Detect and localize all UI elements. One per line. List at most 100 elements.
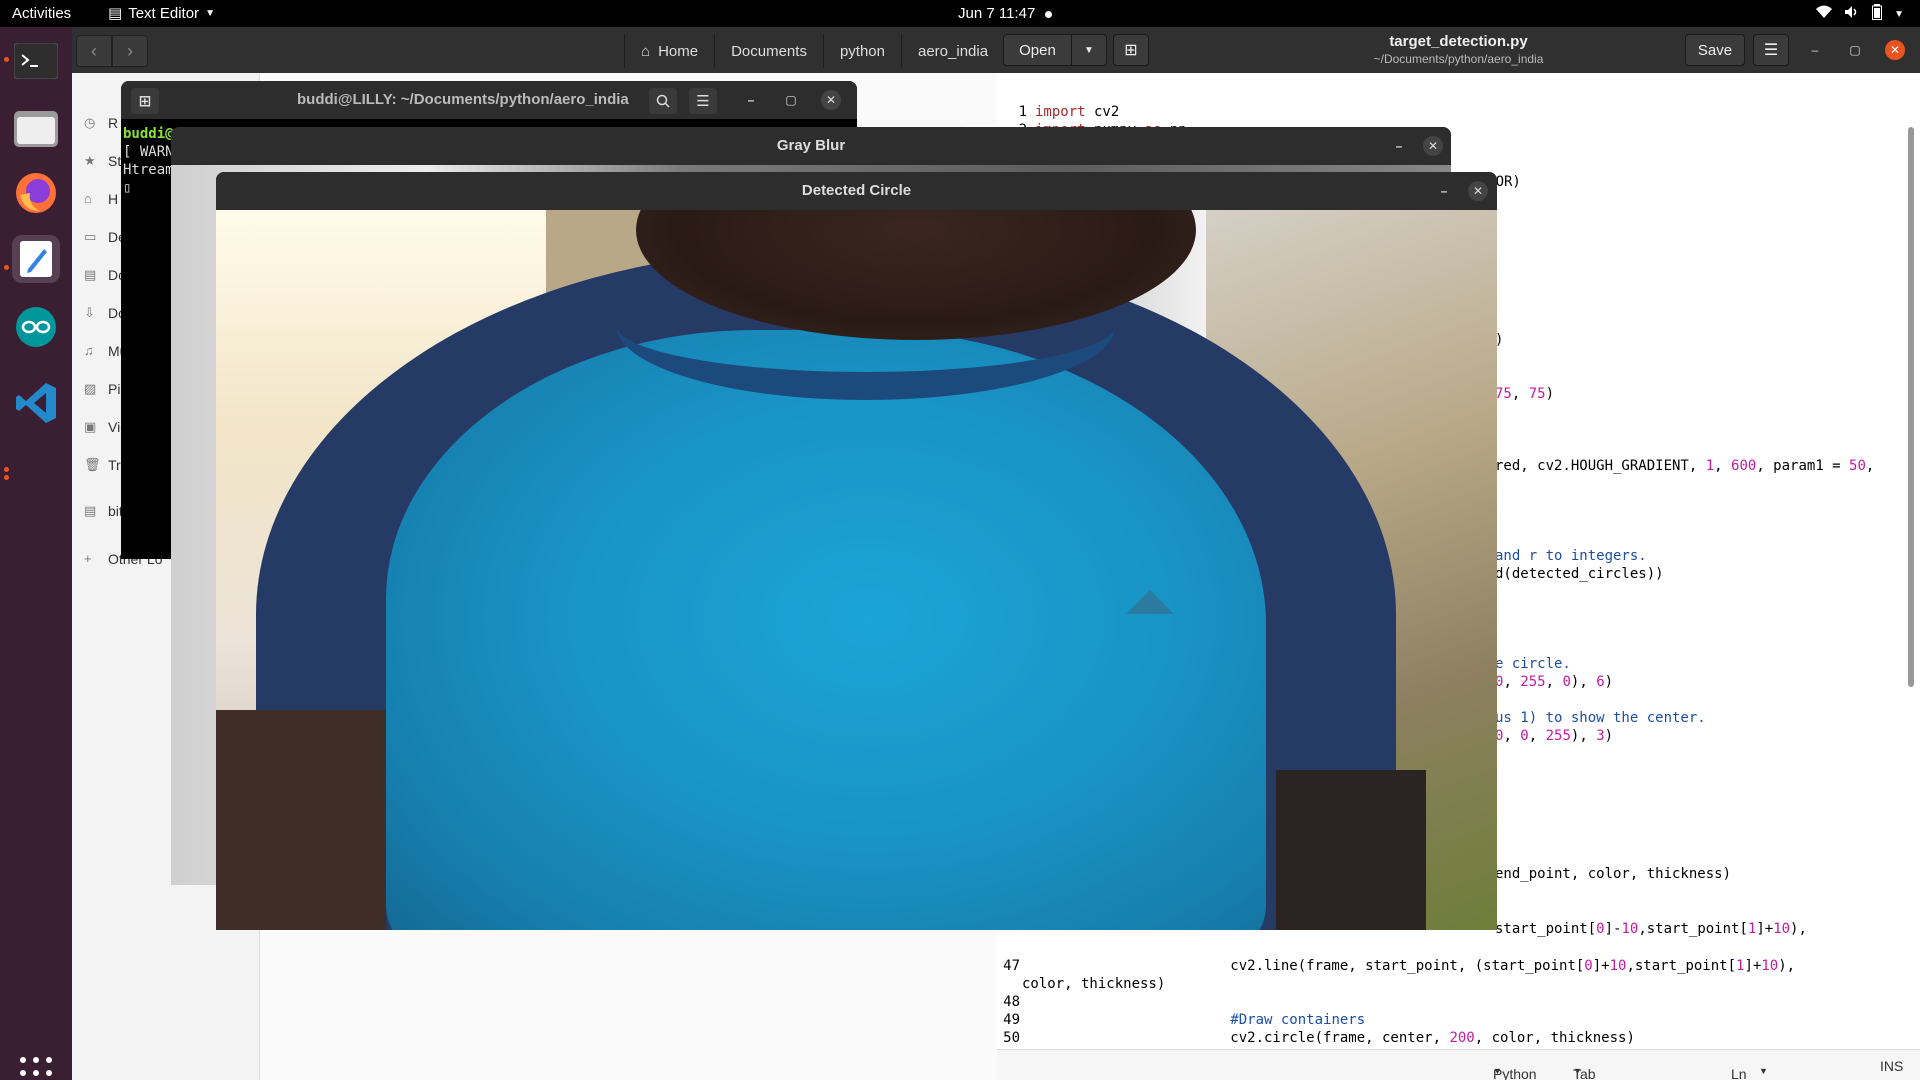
show-applications-button[interactable] — [20, 1057, 52, 1080]
trash-icon: 🗑 — [84, 457, 101, 472]
minimize-button[interactable]: – — [1389, 136, 1409, 156]
drive-icon: ▤ — [84, 503, 97, 518]
code-line: 1 import cv2 — [1018, 104, 1120, 120]
search-button[interactable] — [649, 88, 677, 114]
clock-icon: ◷ — [84, 115, 96, 130]
new-tab-button[interactable]: ⊞ — [131, 88, 159, 114]
editor-header: Open ▼ ⊞ target_detection.py ~/Documents… — [997, 27, 1920, 73]
sidebar-item-label: R — [108, 115, 119, 131]
code-line: and r to integers. — [1495, 548, 1647, 564]
running-indicator — [4, 475, 9, 480]
volume-icon — [1844, 5, 1860, 23]
code-line: e circle. — [1495, 656, 1571, 672]
search-icon — [656, 94, 670, 108]
sidebar-item-starred[interactable]: ★ St — [84, 153, 121, 169]
crumb-home[interactable]: ⌂ Home — [624, 34, 715, 68]
running-indicator — [4, 57, 9, 62]
code-line: 48 — [1003, 994, 1020, 1010]
clock[interactable]: Jun 7 11:47 — [958, 5, 1053, 22]
document-icon: ▤ — [84, 267, 97, 282]
shirt-logo — [1126, 590, 1174, 614]
dock-text-editor[interactable] — [12, 235, 60, 283]
dock-arduino[interactable] — [12, 303, 60, 351]
code-line: red, cv2.HOUGH_GRADIENT, 1, 600, param1 … — [1495, 458, 1875, 474]
code-line: end_point, color, thickness) — [1495, 866, 1732, 882]
window-title: Detected Circle — [801, 182, 912, 199]
plus-icon: + — [84, 551, 92, 566]
code-line: 50 cv2.circle(frame, center, 200, color,… — [1003, 1030, 1635, 1046]
arduino-icon — [16, 307, 56, 347]
battery-icon — [1872, 4, 1883, 24]
dock-files[interactable] — [12, 103, 60, 151]
crumb-python[interactable]: python — [822, 34, 901, 68]
cursor-position-label: Ln 1, Col 1 — [1731, 1066, 1747, 1080]
arm — [1276, 770, 1426, 930]
home-icon: ⌂ — [84, 191, 92, 206]
top-bar: Activities ▤ Text Editor ▼ Jun 7 11:47 ▼ — [0, 0, 1920, 27]
running-indicator — [4, 265, 9, 270]
crumb-documents[interactable]: Documents — [714, 34, 823, 68]
camera-frame — [216, 210, 1497, 930]
files-icon — [14, 111, 58, 147]
minimize-button[interactable]: – — [741, 90, 761, 110]
sidebar-item-label: H — [108, 191, 119, 207]
close-button[interactable]: ✕ — [1468, 181, 1488, 201]
notification-dot — [1045, 10, 1053, 18]
terminal-title: buddi@LILLY: ~/Documents/python/aero_ind… — [297, 91, 629, 108]
close-button[interactable]: ✕ — [1885, 40, 1905, 60]
sidebar-item-label: St — [108, 153, 122, 169]
dock-terminal[interactable] — [12, 37, 60, 85]
files-header: ‹ › ⌂Home Documents python aero_india▼ — [72, 27, 1032, 73]
code-line: d(detected_circles)) — [1495, 566, 1664, 582]
crumb-label: python — [839, 42, 885, 60]
star-icon: ★ — [84, 153, 96, 168]
close-button[interactable]: ✕ — [821, 90, 841, 110]
code-line: start_point[0]-10,start_point[1]+10), — [1495, 921, 1807, 937]
minimize-button[interactable]: – — [1434, 181, 1454, 201]
code-line: 0, 255, 0), 6) — [1495, 674, 1614, 690]
detected-circle-header: Detected Circle – ✕ — [216, 172, 1497, 210]
terminal-icon — [14, 43, 58, 79]
hamburger-menu-button[interactable]: ☰ — [689, 88, 717, 114]
maximize-button[interactable]: ▢ — [1845, 40, 1865, 60]
code-line: 49 #Draw containers — [1003, 1012, 1366, 1028]
forward-button[interactable]: › — [112, 35, 148, 67]
code-line: us 1) to show the center. — [1495, 710, 1706, 726]
insert-mode: INS — [1880, 1058, 1904, 1074]
dock-vscode[interactable] — [12, 379, 60, 427]
terminal-header: ⊞ buddi@LILLY: ~/Documents/python/aero_i… — [121, 81, 857, 119]
detected-circle-window[interactable]: Detected Circle – ✕ — [216, 172, 1497, 930]
chevron-down-icon: ▼ — [1573, 1066, 1582, 1076]
activities-button[interactable]: Activities — [12, 5, 71, 22]
crumb-label: Home — [658, 42, 699, 60]
chevron-down-icon: ▼ — [1759, 1066, 1768, 1076]
dock-firefox[interactable] — [12, 169, 60, 217]
sidebar-item-recent[interactable]: ◷ R — [84, 115, 118, 131]
clock-label: Jun 7 11:47 — [958, 5, 1036, 22]
close-button[interactable]: ✕ — [1423, 136, 1443, 156]
editor-scrollbar[interactable] — [1908, 127, 1914, 687]
dock — [0, 27, 72, 1080]
sidebar-item-home[interactable]: ⌂ H — [84, 191, 118, 207]
code-line: 75, 75) — [1495, 386, 1555, 402]
code-line: 47 cv2.line(frame, start_point, (start_p… — [1003, 958, 1796, 974]
code-line: 0, 0, 255), 3) — [1495, 728, 1614, 744]
desktop: Activities ▤ Text Editor ▼ Jun 7 11:47 ▼ — [0, 0, 1920, 1080]
back-button[interactable]: ‹ — [76, 35, 112, 67]
text-editor-icon — [20, 241, 52, 277]
download-icon: ⇩ — [84, 305, 95, 320]
shirt-body — [386, 330, 1266, 930]
crumb-label: aero_india — [918, 42, 989, 60]
app-menu[interactable]: ▤ Text Editor ▼ — [108, 4, 215, 23]
system-tray[interactable]: ▼ — [1816, 4, 1904, 24]
home-icon: ⌂ — [641, 42, 651, 60]
minimize-button[interactable]: – — [1805, 40, 1825, 60]
gray-blur-header: Gray Blur – ✕ — [171, 127, 1451, 165]
running-indicator — [4, 467, 9, 472]
hamburger-menu-button[interactable]: ☰ — [1753, 34, 1789, 66]
breadcrumb: ⌂Home Documents python aero_india▼ — [624, 34, 1032, 68]
editor-statusbar: Python ▼ Tab Width: 8 ▼ Ln 1, Col 1 ▼ IN… — [997, 1049, 1920, 1080]
save-button[interactable]: Save — [1685, 34, 1745, 66]
text-editor-icon: ▤ — [108, 5, 123, 22]
maximize-button[interactable]: ▢ — [781, 90, 801, 110]
